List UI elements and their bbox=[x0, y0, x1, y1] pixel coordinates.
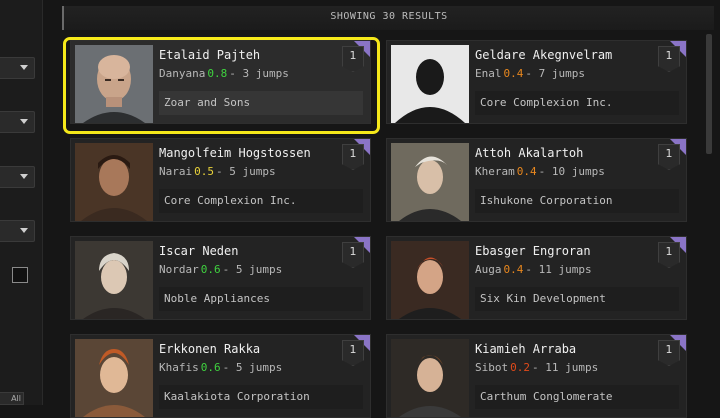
female-portrait-icon bbox=[391, 339, 469, 417]
corporation-name: Core Complexion Inc. bbox=[480, 96, 613, 109]
results-count-label: SHOWING 30 RESULTS bbox=[330, 11, 448, 22]
security-status: 0.8 bbox=[207, 67, 228, 80]
agent-location: Narai 0.5- 5 jumps bbox=[159, 165, 276, 178]
agent-name: Erkkonen Rakka bbox=[159, 342, 261, 356]
corporation-name: Zoar and Sons bbox=[164, 96, 251, 109]
chevron-down-icon bbox=[20, 228, 28, 233]
security-status: 0.4 bbox=[503, 67, 524, 80]
female-portrait-icon bbox=[75, 241, 153, 319]
agent-card[interactable]: Etalaid Pajteh Danyana 0.8- 3 jumps Zoar … bbox=[70, 40, 371, 124]
corporation-name: Six Kin Development bbox=[480, 292, 606, 305]
security-status: 0.4 bbox=[503, 263, 524, 276]
agent-name: Geldare Akegnvelram bbox=[475, 48, 613, 62]
security-status: 0.6 bbox=[200, 361, 221, 374]
level-badge: 1 bbox=[342, 144, 364, 170]
jump-count: - 11 jumps bbox=[532, 361, 599, 374]
security-status: 0.5 bbox=[194, 165, 214, 178]
agent-name: Attoh Akalartoh bbox=[475, 146, 584, 160]
corporation-box: Zoar and Sons bbox=[159, 91, 363, 115]
corporation-box: Core Complexion Inc. bbox=[159, 189, 363, 213]
bald-male-portrait-icon bbox=[75, 45, 153, 123]
system-name: Enal bbox=[475, 67, 502, 80]
filter-dropdown-4[interactable] bbox=[0, 220, 35, 242]
agent-location: Enal 0.4- 7 jumps bbox=[475, 67, 585, 80]
agent-name: Mangolfeim Hogstossen bbox=[159, 146, 311, 160]
agent-card[interactable]: Ebasger Engroran Auga 0.4- 11 jumps Six K… bbox=[386, 236, 687, 320]
female-portrait-icon bbox=[391, 143, 469, 221]
corporation-box: Six Kin Development bbox=[475, 287, 679, 311]
jump-count: - 10 jumps bbox=[538, 165, 605, 178]
corporation-name: Noble Appliances bbox=[164, 292, 270, 305]
level-badge: 1 bbox=[658, 242, 680, 268]
system-name: Khafis bbox=[159, 361, 199, 374]
corporation-box: Noble Appliances bbox=[159, 287, 363, 311]
agent-card[interactable]: Iscar Neden Nordar 0.6- 5 jumps Noble App… bbox=[70, 236, 371, 320]
system-name: Kheram bbox=[475, 165, 515, 178]
corporation-name: Carthum Conglomerate bbox=[480, 390, 613, 403]
level-badge: 1 bbox=[342, 242, 364, 268]
all-button[interactable]: All bbox=[0, 392, 24, 405]
silhouette-portrait-icon bbox=[391, 45, 469, 123]
security-status: 0.6 bbox=[200, 263, 221, 276]
agent-location: Sibot 0.2- 11 jumps bbox=[475, 361, 598, 374]
agent-name: Ebasger Engroran bbox=[475, 244, 591, 258]
agent-name: Iscar Neden bbox=[159, 244, 239, 258]
security-status: 0.2 bbox=[510, 361, 530, 374]
results-header: SHOWING 30 RESULTS bbox=[62, 6, 714, 30]
male-portrait-icon bbox=[75, 143, 153, 221]
agent-location: Danyana 0.8- 3 jumps bbox=[159, 67, 289, 80]
agent-name: Etalaid Pajteh bbox=[159, 48, 261, 62]
corporation-name: Core Complexion Inc. bbox=[164, 194, 297, 207]
filter-dropdown-3[interactable] bbox=[0, 166, 35, 188]
system-name: Narai bbox=[159, 165, 193, 178]
corporation-name: Ishukone Corporation bbox=[480, 194, 613, 207]
chevron-down-icon bbox=[20, 65, 28, 70]
corporation-box: Kaalakiota Corporation bbox=[159, 385, 363, 409]
security-status: 0.4 bbox=[516, 165, 537, 178]
system-name: Auga bbox=[475, 263, 502, 276]
female-portrait-icon bbox=[391, 241, 469, 319]
agent-name: Kiamieh Arraba bbox=[475, 342, 577, 356]
agent-location: Nordar 0.6- 5 jumps bbox=[159, 263, 282, 276]
scrollbar-thumb[interactable] bbox=[706, 34, 712, 154]
system-name: Danyana bbox=[159, 67, 206, 80]
chevron-down-icon bbox=[20, 119, 28, 124]
level-badge: 1 bbox=[658, 340, 680, 366]
jump-count: - 3 jumps bbox=[229, 67, 289, 80]
jump-count: - 7 jumps bbox=[525, 67, 585, 80]
jump-count: - 5 jumps bbox=[216, 165, 276, 178]
agent-card[interactable]: Mangolfeim Hogstossen Narai 0.5- 5 jumps … bbox=[70, 138, 371, 222]
system-name: Nordar bbox=[159, 263, 199, 276]
corporation-name: Kaalakiota Corporation bbox=[164, 390, 310, 403]
corporation-box: Carthum Conglomerate bbox=[475, 385, 679, 409]
level-badge: 1 bbox=[658, 144, 680, 170]
system-name: Sibot bbox=[475, 361, 509, 374]
corporation-box: Ishukone Corporation bbox=[475, 189, 679, 213]
jump-count: - 5 jumps bbox=[222, 361, 283, 374]
agent-location: Kheram 0.4- 10 jumps bbox=[475, 165, 605, 178]
filter-checkbox[interactable] bbox=[12, 267, 28, 283]
corporation-box: Core Complexion Inc. bbox=[475, 91, 679, 115]
male-portrait-icon bbox=[75, 339, 153, 417]
filter-sidebar: All bbox=[0, 0, 43, 405]
agent-card[interactable]: Attoh Akalartoh Kheram 0.4- 10 jumps Ishu… bbox=[386, 138, 687, 222]
agent-location: Khafis 0.6- 5 jumps bbox=[159, 361, 282, 374]
jump-count: - 11 jumps bbox=[525, 263, 592, 276]
agent-location: Auga 0.4- 11 jumps bbox=[475, 263, 592, 276]
agent-card[interactable]: Geldare Akegnvelram Enal 0.4- 7 jumps Cor… bbox=[386, 40, 687, 124]
level-badge: 1 bbox=[658, 46, 680, 72]
chevron-down-icon bbox=[20, 174, 28, 179]
level-badge: 1 bbox=[342, 46, 364, 72]
agent-card[interactable]: Kiamieh Arraba Sibot 0.2- 11 jumps Carthu… bbox=[386, 334, 687, 418]
filter-dropdown-2[interactable] bbox=[0, 111, 35, 133]
filter-dropdown-1[interactable] bbox=[0, 57, 35, 79]
level-badge: 1 bbox=[342, 340, 364, 366]
jump-count: - 5 jumps bbox=[222, 263, 283, 276]
agent-card[interactable]: Erkkonen Rakka Khafis 0.6- 5 jumps Kaalak… bbox=[70, 334, 371, 418]
